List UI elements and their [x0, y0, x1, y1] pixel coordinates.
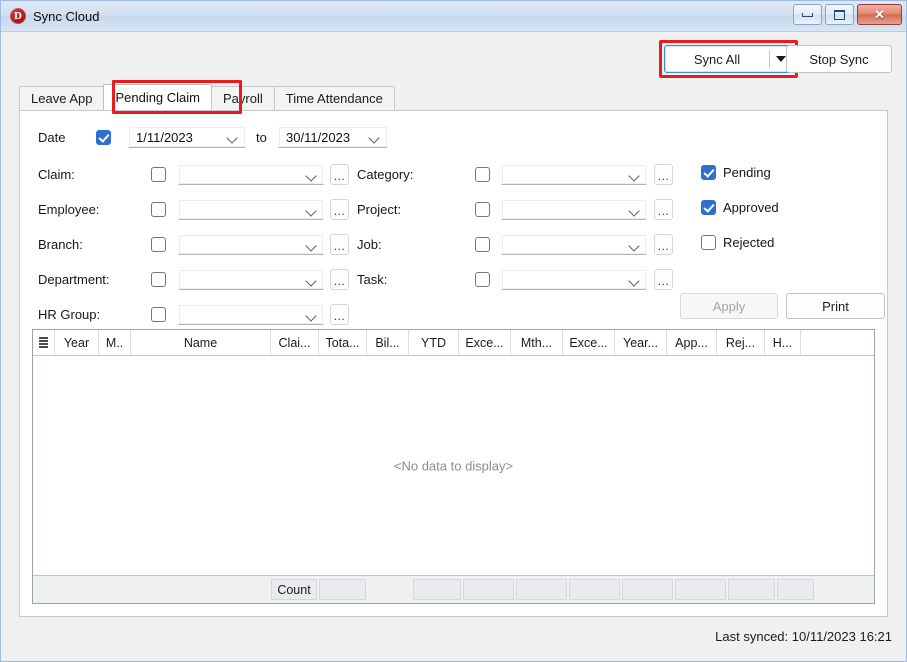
footer-cell-rejected	[728, 579, 775, 600]
window-title: Sync Cloud	[33, 8, 100, 24]
status-row-pending: Pending	[20, 160, 887, 184]
task-checkbox[interactable]	[475, 271, 490, 287]
last-synced-label: Last synced: 10/11/2023 16:21	[715, 629, 892, 644]
grid-column-h[interactable]: H...	[765, 330, 801, 355]
status-bar: Last synced: 10/11/2023 16:21	[1, 617, 906, 661]
filter-row-task: Task: ...	[20, 267, 887, 291]
date-checkbox[interactable]	[96, 129, 111, 145]
window-controls: ✕	[793, 4, 902, 25]
tab-pending-claim[interactable]: Pending Claim	[103, 84, 212, 110]
pending-status[interactable]: Pending	[701, 164, 771, 180]
approved-label: Approved	[723, 199, 779, 215]
claims-grid: Year M.. Name Clai... Tota... Bil... YTD…	[32, 329, 875, 604]
sync-all-button[interactable]: Sync All	[665, 46, 769, 72]
filter-section: Date 1/11/2023 to 30/11/2023 Claim: ... …	[20, 111, 887, 329]
footer-cell-year-limit	[622, 579, 673, 600]
tab-time-attendance[interactable]: Time Attendance	[273, 86, 395, 110]
grid-column-billable[interactable]: Bil...	[367, 330, 409, 355]
grid-column-month-limit[interactable]: Mth...	[511, 330, 563, 355]
footer-cell-ytd	[413, 579, 461, 600]
grid-column-year[interactable]: Year	[55, 330, 99, 355]
pending-claim-panel: Date 1/11/2023 to 30/11/2023 Claim: ... …	[19, 110, 888, 617]
close-icon: ✕	[874, 7, 885, 22]
grid-column-month[interactable]: M..	[99, 330, 131, 355]
footer-cell-exceed-1	[463, 579, 514, 600]
grid-column-name[interactable]: Name	[131, 330, 271, 355]
chevron-down-icon	[776, 56, 786, 62]
status-row-rejected: Rejected	[20, 230, 887, 254]
footer-cell-approved	[675, 579, 726, 600]
grid-column-rejected[interactable]: Rej...	[717, 330, 765, 355]
apply-button[interactable]: Apply	[680, 293, 778, 319]
column-chooser-button[interactable]	[33, 330, 55, 355]
stop-sync-button[interactable]: Stop Sync	[786, 45, 892, 73]
task-browse-button[interactable]: ...	[654, 268, 673, 290]
footer-cell-h	[777, 579, 814, 600]
task-combobox[interactable]	[501, 268, 647, 290]
grid-column-approved[interactable]: App...	[667, 330, 717, 355]
filter-row-date: Date 1/11/2023 to 30/11/2023	[20, 125, 887, 149]
approved-status[interactable]: Approved	[701, 199, 779, 215]
date-from-input[interactable]: 1/11/2023	[128, 126, 246, 148]
task-label: Task:	[357, 271, 388, 287]
grid-footer-row: Count	[33, 575, 874, 603]
footer-cell-billable	[368, 579, 411, 600]
pending-label: Pending	[723, 164, 771, 180]
title-bar: D Sync Cloud ✕	[1, 1, 906, 32]
no-data-message: <No data to display>	[393, 458, 514, 473]
print-button[interactable]: Print	[786, 293, 885, 319]
minimize-icon	[802, 12, 813, 17]
footer-cell-month-limit	[516, 579, 567, 600]
minimize-button[interactable]	[793, 4, 822, 25]
pending-checkbox[interactable]	[701, 164, 716, 180]
grid-header-row: Year M.. Name Clai... Tota... Bil... YTD…	[33, 330, 874, 356]
rejected-label: Rejected	[723, 234, 775, 250]
footer-cell-total	[319, 579, 366, 600]
column-chooser-icon	[39, 337, 48, 348]
sync-all-split-button[interactable]: Sync All	[664, 45, 793, 73]
grid-column-filler	[801, 330, 874, 355]
action-buttons-row: Apply Print	[20, 293, 887, 319]
date-label: Date	[38, 129, 66, 145]
grid-column-claim[interactable]: Clai...	[271, 330, 319, 355]
footer-count-label: Count	[271, 579, 317, 600]
rejected-status[interactable]: Rejected	[701, 234, 775, 250]
footer-indicator-cell	[36, 579, 51, 600]
status-row-approved: Approved	[20, 195, 887, 219]
footer-blank-cell	[53, 579, 269, 600]
grid-column-exceed-1[interactable]: Exce...	[459, 330, 511, 355]
grid-body: <No data to display>	[33, 356, 874, 575]
maximize-icon	[834, 9, 845, 20]
sync-all-highlight: Sync All	[659, 40, 798, 78]
footer-cell-exceed-2	[569, 579, 620, 600]
tab-payroll[interactable]: Payroll	[211, 86, 275, 110]
date-to-label: to	[256, 129, 267, 145]
grid-column-exceed-2[interactable]: Exce...	[563, 330, 615, 355]
rejected-checkbox[interactable]	[701, 234, 716, 250]
approved-checkbox[interactable]	[701, 199, 716, 215]
date-to-input[interactable]: 30/11/2023	[278, 126, 388, 148]
maximize-button[interactable]	[825, 4, 854, 25]
tab-bar: Leave App Pending Claim Payroll Time Att…	[19, 80, 888, 114]
grid-column-ytd[interactable]: YTD	[409, 330, 459, 355]
close-button[interactable]: ✕	[857, 4, 902, 25]
sync-cloud-window: D Sync Cloud ✕ Sync All Stop Sync Leave …	[0, 0, 907, 662]
tab-leave-app[interactable]: Leave App	[19, 86, 105, 110]
grid-column-total[interactable]: Tota...	[319, 330, 367, 355]
app-logo-icon: D	[10, 8, 26, 24]
sync-toolbar: Sync All Stop Sync	[1, 32, 906, 84]
client-area: Sync All Stop Sync Leave App Pending Cla…	[1, 32, 906, 661]
grid-column-year-limit[interactable]: Year...	[615, 330, 667, 355]
